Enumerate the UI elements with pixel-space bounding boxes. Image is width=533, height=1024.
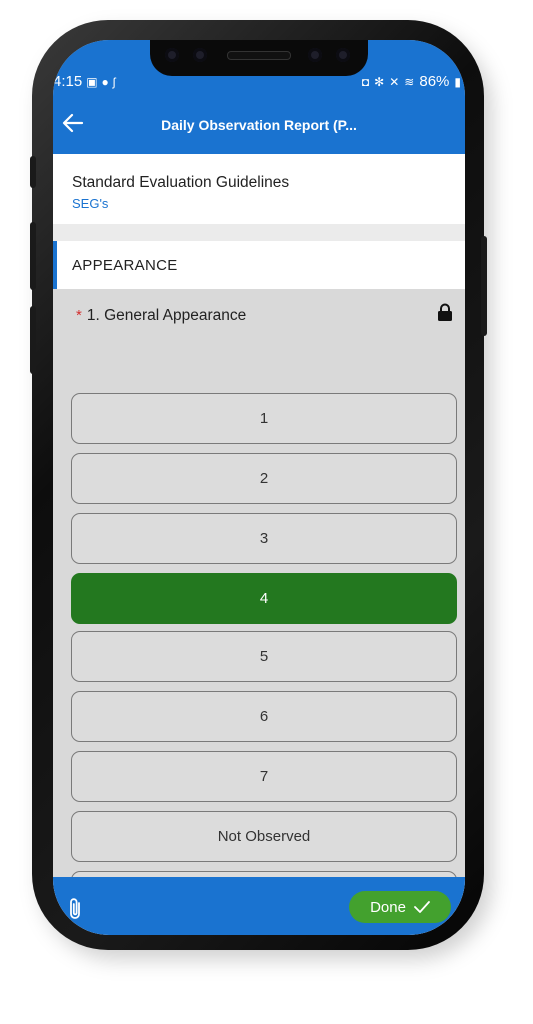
section-label: APPEARANCE — [72, 257, 178, 274]
done-label: Done — [370, 898, 406, 916]
guidelines-card: Standard Evaluation Guidelines SEG's — [53, 154, 465, 224]
sensor-dot — [336, 48, 350, 62]
section-header: APPEARANCE — [53, 241, 465, 289]
done-button[interactable]: Done — [349, 891, 451, 923]
wifi-signal-icon: ≋ — [404, 74, 415, 89]
question-header: * 1. General Appearance — [76, 307, 246, 325]
option-label: 5 — [259, 648, 269, 665]
bottom-bar: Done — [53, 877, 465, 935]
status-right: ◘ ✻ ✕ ≋ 86% ▮ — [362, 74, 461, 89]
guidelines-title: Standard Evaluation Guidelines — [72, 174, 290, 191]
guidelines-link[interactable]: SEG's — [72, 196, 108, 211]
status-time: 4:15 — [53, 73, 83, 90]
sync-icon: ʃ — [112, 74, 116, 89]
bluetooth-icon: ✻ — [374, 74, 385, 89]
lock-icon — [438, 303, 452, 321]
message-icon: ● — [101, 74, 109, 89]
option-label: 4 — [259, 590, 269, 607]
mute-switch — [30, 156, 36, 188]
volume-down-button — [30, 306, 36, 374]
rating-option-4[interactable]: 4 — [71, 573, 457, 624]
question-label: 1. General Appearance — [86, 307, 247, 324]
phone-screen: 4:15 ▣ ● ʃ ◘ ✻ ✕ ≋ 86% ▮ Daily Observati… — [53, 40, 465, 935]
page-title: Daily Observation Report (P... — [161, 117, 357, 133]
battery-icon: ▮ — [454, 74, 461, 89]
earpiece-speaker — [227, 51, 291, 60]
required-marker: * — [76, 307, 82, 324]
app-bar: Daily Observation Report (P... — [53, 100, 465, 154]
option-label: Not Observed — [217, 828, 311, 845]
sensor-dot — [193, 48, 207, 62]
battery-level: 86% — [419, 73, 450, 90]
notification-icon: ▣ — [86, 74, 98, 89]
option-label: 3 — [259, 530, 269, 547]
option-label: 1 — [259, 410, 269, 427]
status-left: 4:15 ▣ ● ʃ — [53, 74, 115, 89]
battery-saver-icon: ◘ — [361, 74, 370, 89]
sensor-dot — [165, 48, 179, 62]
section-divider — [53, 224, 465, 241]
rating-option-5[interactable]: 5 — [71, 631, 457, 682]
option-label: 2 — [259, 470, 269, 487]
option-label: 6 — [259, 708, 269, 725]
rating-option-not-observed[interactable]: Not Observed — [71, 811, 457, 862]
phone-notch — [150, 40, 368, 76]
volume-up-button — [30, 222, 36, 290]
rating-option-6[interactable]: 6 — [71, 691, 457, 742]
front-camera — [308, 48, 322, 62]
checkmark-icon — [414, 901, 430, 913]
option-label: 7 — [259, 768, 269, 785]
question-block: * 1. General Appearance 1 2 3 4 5 6 7 No… — [53, 289, 465, 935]
rating-option-1[interactable]: 1 — [71, 393, 457, 444]
rating-option-7[interactable]: 7 — [71, 751, 457, 802]
power-button — [481, 236, 487, 336]
rating-option-2[interactable]: 2 — [71, 453, 457, 504]
paperclip-icon[interactable] — [67, 897, 85, 921]
mute-icon: ✕ — [389, 74, 400, 89]
rating-option-3[interactable]: 3 — [71, 513, 457, 564]
